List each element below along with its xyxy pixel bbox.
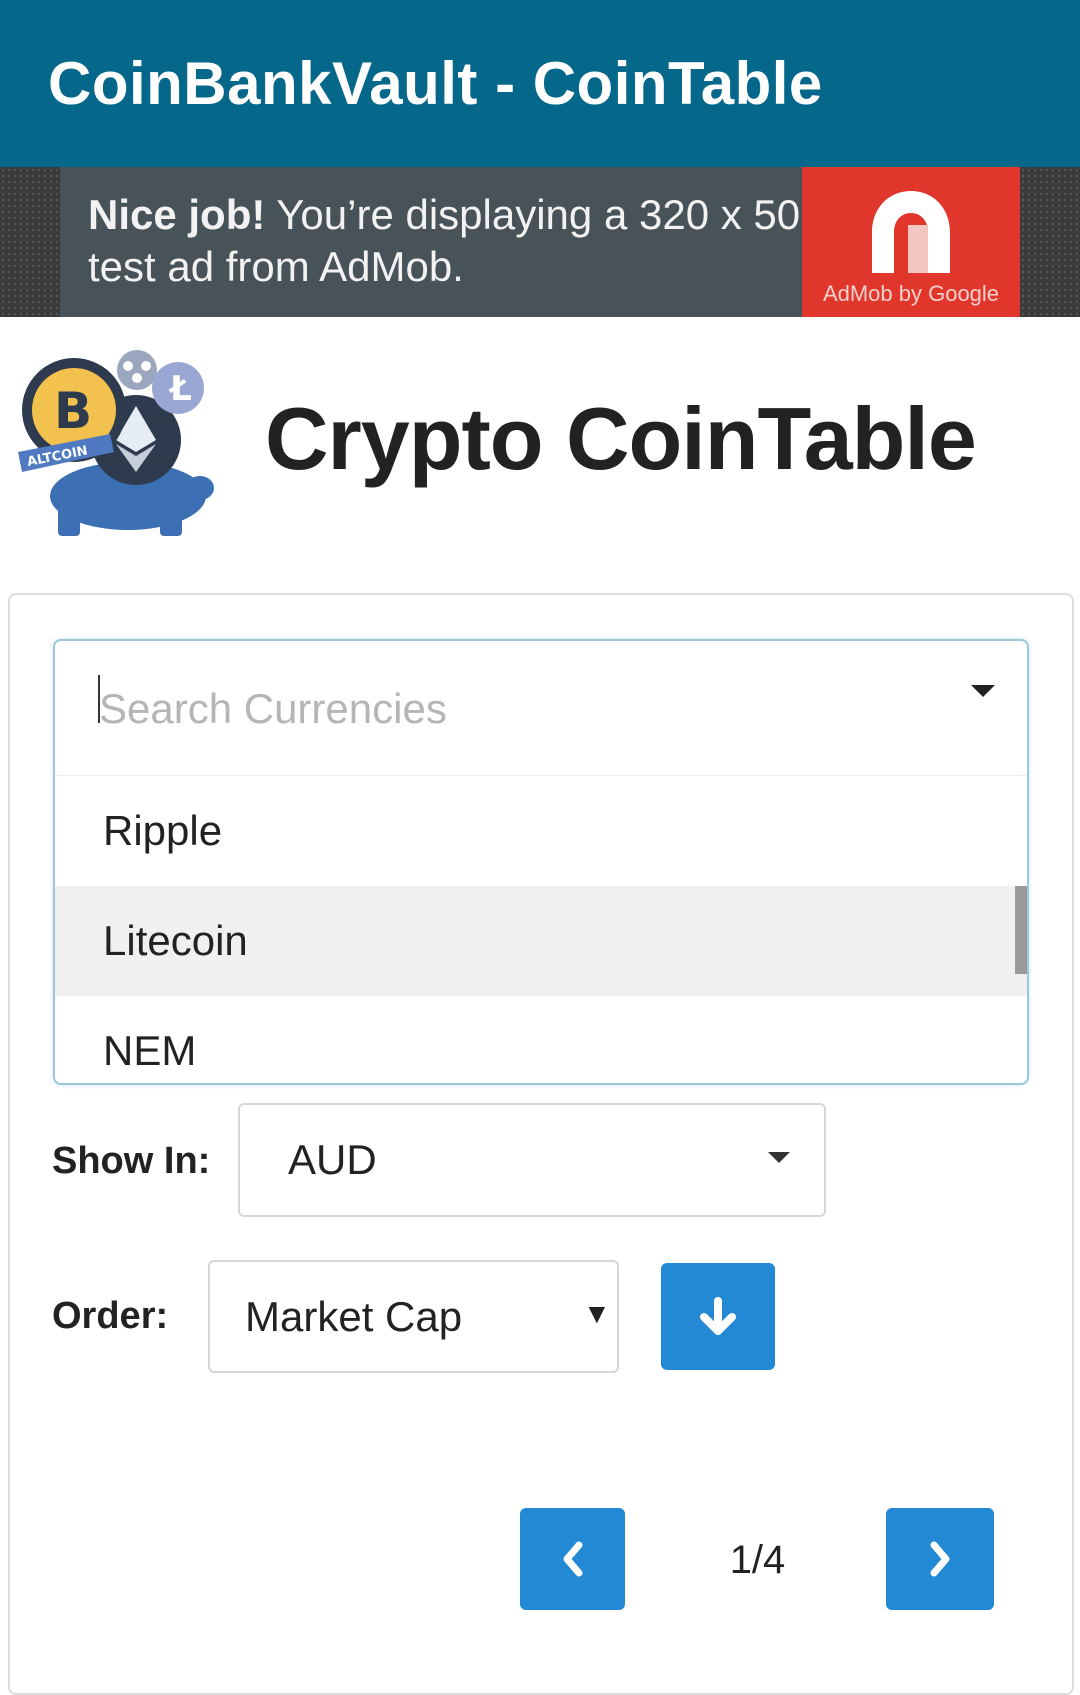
order-select[interactable]: Market Cap ▼ [208,1260,619,1373]
currency-search-dropdown[interactable]: Ripple Litecoin NEM [53,639,1029,1085]
app-bar: CoinBankVault - CoinTable [0,0,1080,167]
currency-unit-select[interactable]: AUD [238,1103,826,1217]
page-title: Crypto CoinTable [265,389,977,488]
next-page-button[interactable] [886,1508,994,1610]
currency-unit-value: AUD [288,1136,377,1183]
ad-line-2: test ad from AdMob. [88,243,464,290]
ad-banner-area: Nice job! You’re displaying a 320 x 50 t… [0,167,1080,317]
admob-logo-icon [872,191,950,273]
dropdown-option-highlighted[interactable]: Litecoin [55,886,1027,996]
chevron-down-icon[interactable] [971,685,995,697]
chevron-left-icon [563,1541,582,1577]
search-input[interactable] [55,641,1027,776]
admob-brand: AdMob by Google [802,167,1020,317]
svg-text:Ł: Ł [168,369,192,409]
arrow-down-icon [700,1296,736,1335]
order-label: Order: [52,1295,169,1337]
ad-headline-bold: Nice job! [88,191,266,238]
order-value: Market Cap [245,1292,463,1340]
svg-text:B: B [54,382,92,440]
show-in-label: Show In: [52,1140,211,1182]
ad-text: Nice job! You’re displaying a 320 x 50 t… [60,167,802,317]
piggy-bank-coins-logo: Ł B ALTCOIN [18,350,214,536]
app-title: CoinBankVault - CoinTable [48,50,823,117]
scrollbar[interactable] [1015,886,1027,974]
dropdown-options-list[interactable]: Ripple Litecoin NEM [55,775,1027,1083]
dropdown-option[interactable]: NEM [55,996,1027,1083]
chevron-right-icon [930,1541,950,1577]
triangle-down-icon: ▼ [583,1298,611,1329]
prev-page-button[interactable] [520,1508,625,1610]
sort-direction-button[interactable] [661,1263,775,1370]
page-indicator: 1/4 [729,1538,786,1582]
admob-brand-text: AdMob by Google [822,281,1000,306]
dropdown-option[interactable]: Ripple [55,776,1027,886]
ad-banner[interactable]: Nice job! You’re displaying a 320 x 50 t… [60,167,1020,317]
text-cursor [98,675,100,723]
chevron-down-icon [768,1152,790,1163]
ad-headline-rest: You’re displaying a 320 x 50 [265,191,801,238]
